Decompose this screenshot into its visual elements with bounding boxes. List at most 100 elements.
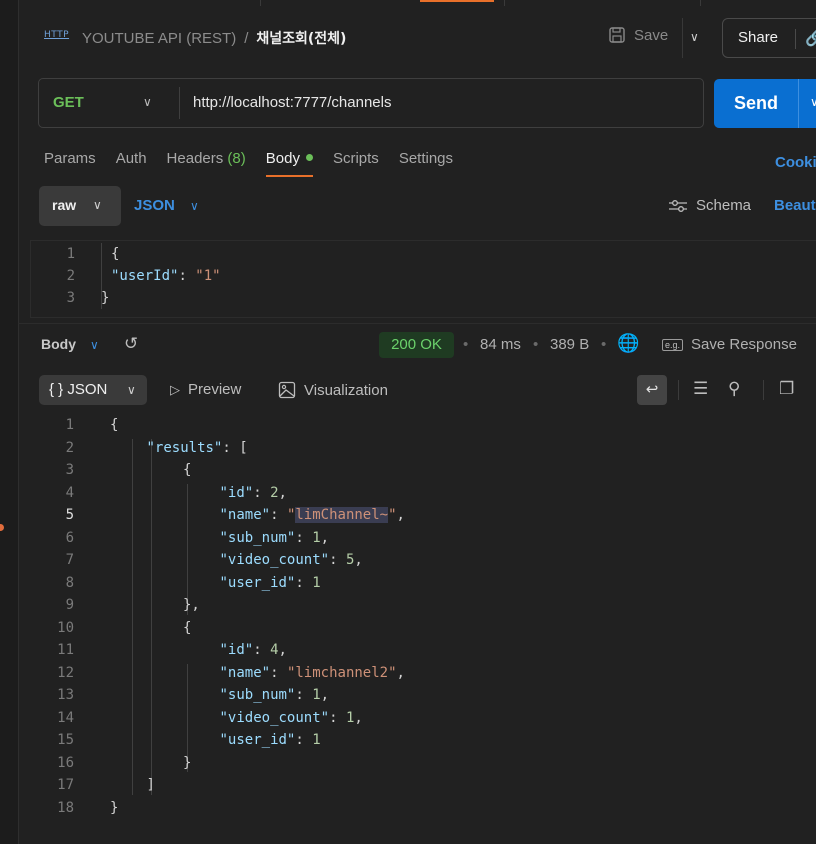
tab-body[interactable]: Body xyxy=(265,150,314,177)
json-number: 1 xyxy=(312,687,321,703)
response-size[interactable]: 389 B xyxy=(550,336,589,353)
json-punctuation: : xyxy=(253,642,271,658)
request-body-editor[interactable]: 1 { 2 "userId": "1" 3 } xyxy=(30,240,816,318)
chevron-down-icon[interactable]: ∨ xyxy=(90,338,99,352)
tab-params[interactable]: Params xyxy=(44,150,96,177)
send-label: Send xyxy=(734,93,779,113)
tab-auth[interactable]: Auth xyxy=(116,150,147,177)
line-number: 2 xyxy=(65,439,74,456)
line-number: 9 xyxy=(65,597,74,613)
send-button[interactable]: Send ∨ xyxy=(714,79,816,128)
code-line: } xyxy=(183,752,191,774)
line-number: 17 xyxy=(57,777,74,793)
url-input[interactable]: http://localhost:7777/channels xyxy=(193,94,391,111)
code-line: } xyxy=(101,290,110,306)
line-number: 4 xyxy=(65,484,74,501)
chevron-down-icon[interactable]: ∨ xyxy=(143,95,152,109)
visualization-label: Visualization xyxy=(304,381,388,399)
divider xyxy=(678,380,679,400)
response-divider[interactable] xyxy=(18,323,816,324)
filter-icon[interactable]: ☰ xyxy=(693,379,708,399)
history-icon[interactable]: ↺ xyxy=(124,334,138,354)
tab-settings[interactable]: Settings xyxy=(399,150,453,177)
sliders-icon xyxy=(669,199,687,212)
json-punctuation: : xyxy=(329,709,346,726)
code-line: { xyxy=(183,617,191,639)
schema-button[interactable]: Schema xyxy=(668,197,751,214)
code-line: ] xyxy=(147,774,155,796)
separator-dot: • xyxy=(533,336,539,353)
share-button[interactable]: Share 🔗 xyxy=(722,18,816,58)
json-key: "id" xyxy=(219,484,254,501)
visualization-tab[interactable]: Visualization xyxy=(278,381,388,399)
body-format-select[interactable]: JSON xyxy=(134,197,175,214)
json-punctuation: }, xyxy=(183,597,200,613)
line-number: 10 xyxy=(57,619,74,636)
json-punctuation: { xyxy=(183,462,192,478)
url-bar: GET ∨ http://localhost:7777/channels xyxy=(38,78,704,128)
code-line: "id": 2, xyxy=(220,482,287,504)
globe-icon[interactable]: 🌐 xyxy=(617,333,639,354)
json-punctuation: } xyxy=(183,754,192,771)
code-line: { xyxy=(183,459,191,481)
tab-headers[interactable]: Headers (8) xyxy=(167,150,246,177)
code-line: "name": "limchannel2", xyxy=(220,662,405,684)
code-line: "sub_num": 1, xyxy=(220,527,330,549)
breadcrumb: YOUTUBE API (REST) / 채널조회(전체) xyxy=(82,28,346,48)
json-punctuation: , xyxy=(320,529,330,546)
code-line: "name": "limChannel~", xyxy=(220,504,405,526)
response-body-viewer[interactable]: 1 {2 "results": [3 {4 "id": 2, 5 "name": "limC… xyxy=(30,414,816,824)
line-number: 3 xyxy=(66,290,75,306)
image-icon xyxy=(278,381,296,399)
json-key: "video_count" xyxy=(219,552,330,568)
line-number: 13 xyxy=(57,687,74,703)
save-button[interactable]: Save xyxy=(608,26,668,44)
code-line: "sub_num": 1, xyxy=(220,684,330,706)
json-punctuation: , xyxy=(396,507,405,523)
request-title[interactable]: 채널조회(전체) xyxy=(256,28,346,48)
chevron-down-icon[interactable]: ∨ xyxy=(810,95,816,109)
json-key: "name" xyxy=(219,664,271,681)
save-response-button[interactable]: e.g. Save Response xyxy=(662,336,797,353)
line-number: 1 xyxy=(65,417,74,433)
json-key: "user_id" xyxy=(219,574,296,591)
json-punctuation: , xyxy=(278,642,287,658)
request-tabs: Params Auth Headers (8) Body Scripts Set… xyxy=(44,150,453,177)
response-time[interactable]: 84 ms xyxy=(480,336,521,353)
json-punctuation: , xyxy=(354,552,363,568)
copy-icon[interactable]: ❐ xyxy=(779,379,794,399)
json-punctuation: } xyxy=(110,799,119,816)
response-format-select[interactable]: { } JSON ∨ xyxy=(39,375,147,405)
status-badge: 200 OK xyxy=(379,332,454,358)
tab-headers-label: Headers xyxy=(166,150,224,167)
tab-body-label: Body xyxy=(265,150,300,167)
response-section-select[interactable]: Body xyxy=(41,336,76,352)
line-number: 7 xyxy=(65,552,74,568)
json-punctuation: : [ xyxy=(222,439,248,456)
chevron-down-icon: ∨ xyxy=(127,383,136,397)
json-string: "limchannel2" xyxy=(286,664,397,681)
chevron-down-icon[interactable]: ∨ xyxy=(690,30,699,44)
schema-label: Schema xyxy=(696,197,752,214)
preview-tab[interactable]: ▷ Preview xyxy=(170,381,241,398)
cookies-link[interactable]: Cookies xyxy=(775,154,816,171)
body-mode-select[interactable]: raw ∨ xyxy=(39,186,121,226)
wrap-lines-icon[interactable]: ↩ xyxy=(637,375,667,405)
beautify-button[interactable]: Beautify xyxy=(774,197,816,214)
json-punctuation: , xyxy=(396,664,405,681)
body-mode-label: raw xyxy=(52,197,77,213)
method-select[interactable]: GET xyxy=(53,94,84,111)
breadcrumb-collection[interactable]: YOUTUBE API (REST) xyxy=(82,30,236,47)
search-icon[interactable]: ⚲ xyxy=(728,379,740,399)
json-key: "name" xyxy=(219,507,271,523)
code-line: "video_count": 1, xyxy=(220,707,363,729)
chevron-down-icon[interactable]: ∨ xyxy=(190,199,199,213)
headers-count: (8) xyxy=(227,150,246,167)
share-label: Share xyxy=(738,29,779,46)
link-icon[interactable]: 🔗 xyxy=(805,28,816,48)
tab-scripts[interactable]: Scripts xyxy=(333,150,379,177)
line-number: 5 xyxy=(65,507,74,523)
json-key: "results" xyxy=(146,439,223,456)
code-line: "video_count": 5, xyxy=(220,549,363,571)
line-number: 18 xyxy=(57,799,74,816)
